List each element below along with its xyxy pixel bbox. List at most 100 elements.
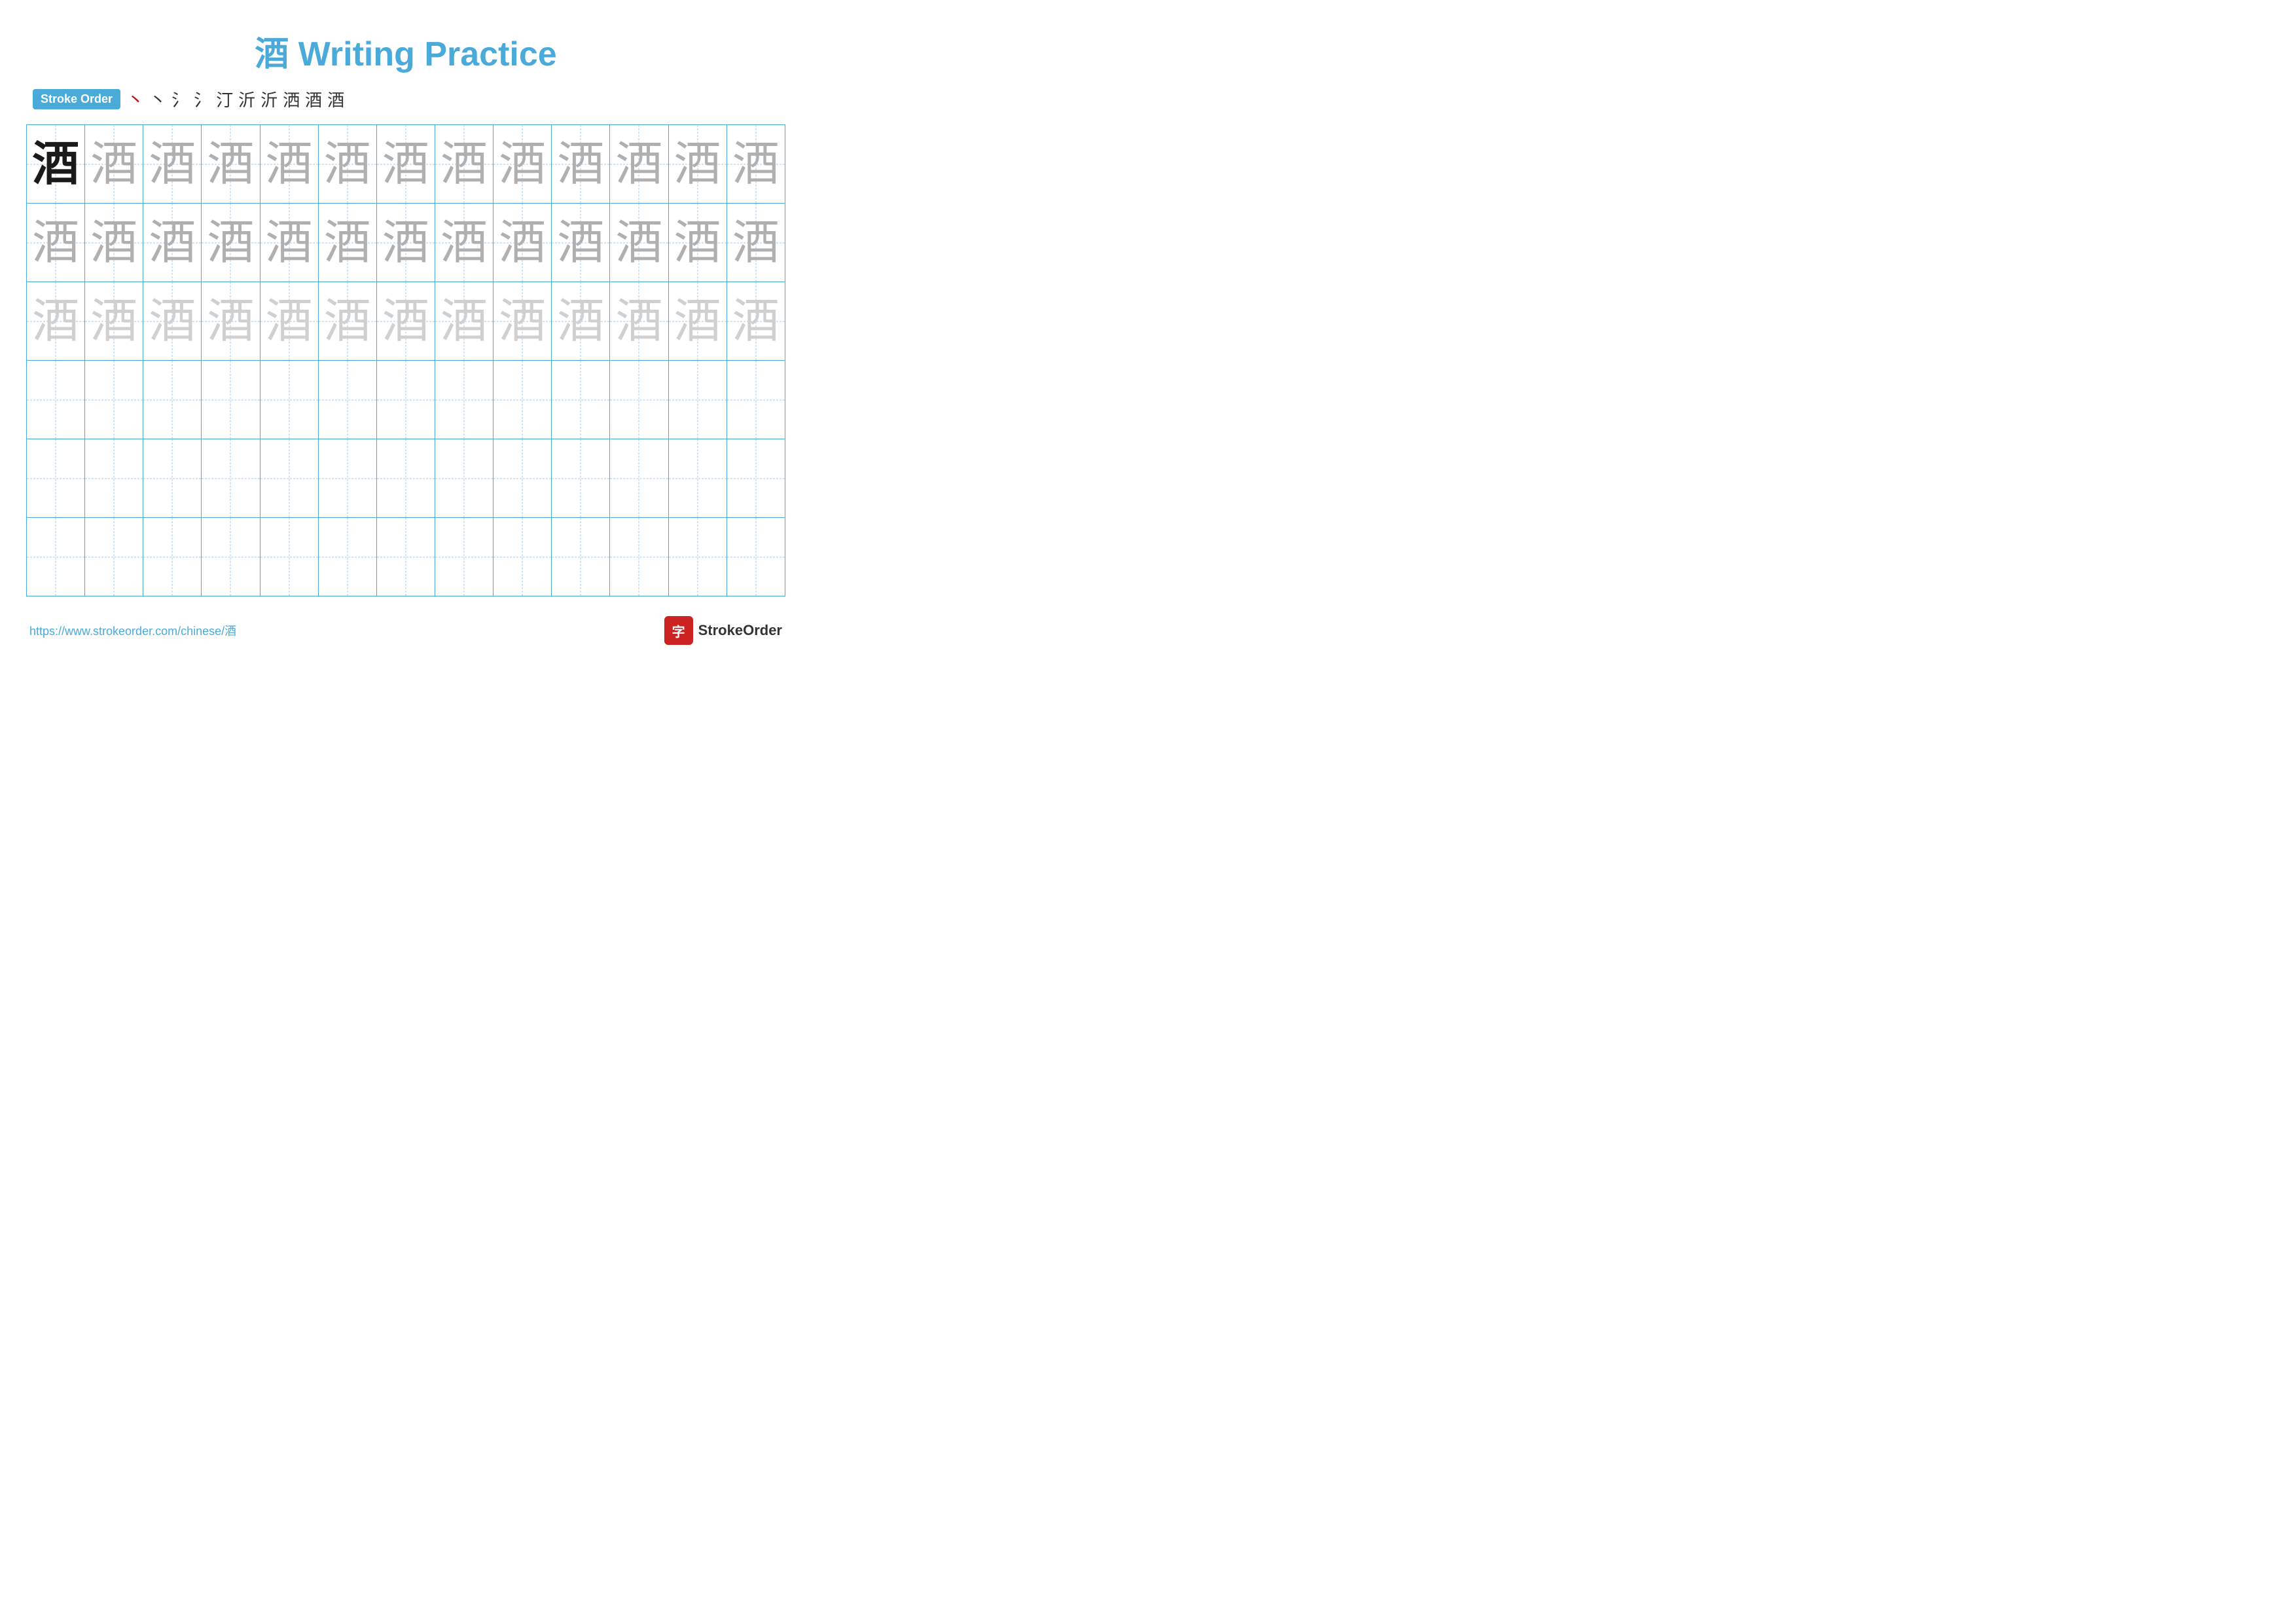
table-row[interactable]: 酒 [610, 282, 668, 361]
stroke-10: 酒 [327, 87, 344, 111]
table-row[interactable] [202, 439, 260, 518]
char-display: 酒 [674, 138, 721, 191]
table-row[interactable] [668, 518, 726, 596]
table-row[interactable]: 酒 [85, 125, 143, 204]
table-row[interactable]: 酒 [610, 125, 668, 204]
table-row[interactable] [27, 361, 85, 439]
table-row[interactable]: 酒 [260, 282, 318, 361]
table-row[interactable]: 酒 [493, 204, 552, 282]
char-display: 酒 [324, 295, 371, 348]
table-row[interactable] [27, 518, 85, 596]
table-row[interactable] [260, 361, 318, 439]
stroke-order-row: Stroke Order 丶 丶 氵 氵 汀 沂 沂 洒 酒 酒 [26, 87, 785, 111]
char-display: 酒 [90, 217, 137, 269]
table-row[interactable]: 酒 [85, 282, 143, 361]
table-row[interactable]: 酒 [668, 204, 726, 282]
table-row[interactable]: 酒 [318, 125, 376, 204]
table-row[interactable] [726, 518, 785, 596]
table-row[interactable]: 酒 [260, 125, 318, 204]
stroke-2: 丶 [149, 87, 166, 111]
table-row[interactable] [143, 361, 202, 439]
table-row[interactable]: 酒 [318, 204, 376, 282]
table-row[interactable]: 酒 [726, 282, 785, 361]
table-row[interactable]: 酒 [27, 204, 85, 282]
table-row[interactable]: 酒 [552, 204, 610, 282]
table-row[interactable]: 酒 [552, 282, 610, 361]
table-row[interactable] [376, 439, 435, 518]
char-display: 酒 [440, 295, 488, 348]
table-row[interactable]: 酒 [143, 125, 202, 204]
table-row[interactable] [493, 361, 552, 439]
table-row[interactable] [85, 518, 143, 596]
table-row[interactable] [726, 361, 785, 439]
table-row[interactable] [202, 361, 260, 439]
table-row[interactable] [493, 439, 552, 518]
table-row[interactable] [202, 518, 260, 596]
table-row[interactable]: 酒 [143, 204, 202, 282]
table-row[interactable]: 酒 [435, 125, 493, 204]
footer-url[interactable]: https://www.strokeorder.com/chinese/酒 [29, 622, 236, 639]
table-row[interactable] [668, 361, 726, 439]
char-display: 酒 [732, 295, 780, 348]
char-display: 酒 [266, 138, 313, 191]
table-row[interactable]: 酒 [493, 125, 552, 204]
table-row[interactable] [85, 361, 143, 439]
table-row[interactable]: 酒 [143, 282, 202, 361]
table-row[interactable]: 酒 [493, 282, 552, 361]
table-row[interactable] [552, 361, 610, 439]
table-row[interactable] [610, 361, 668, 439]
table-row[interactable] [435, 439, 493, 518]
practice-grid: 酒 酒 酒 酒 酒 酒 酒 酒 酒 酒 酒 酒 酒 酒 酒 酒 酒 酒 酒 酒 … [26, 124, 785, 596]
stroke-order-chars: 丶 丶 氵 氵 汀 沂 沂 洒 酒 酒 [127, 87, 344, 111]
table-row[interactable]: 酒 [552, 125, 610, 204]
footer: https://www.strokeorder.com/chinese/酒 字 … [26, 616, 785, 645]
table-row[interactable] [668, 439, 726, 518]
table-row[interactable]: 酒 [318, 282, 376, 361]
table-row[interactable] [318, 518, 376, 596]
table-row[interactable] [376, 361, 435, 439]
table-row[interactable] [610, 439, 668, 518]
table-row[interactable]: 酒 [85, 204, 143, 282]
table-row[interactable]: 酒 [435, 282, 493, 361]
table-row[interactable]: 酒 [202, 125, 260, 204]
table-row[interactable] [726, 439, 785, 518]
table-row[interactable] [493, 518, 552, 596]
char-display: 酒 [382, 138, 429, 191]
table-row[interactable]: 酒 [726, 125, 785, 204]
table-row[interactable]: 酒 [668, 282, 726, 361]
table-row[interactable] [143, 439, 202, 518]
table-row[interactable] [27, 439, 85, 518]
table-row[interactable]: 酒 [27, 125, 85, 204]
table-row[interactable]: 酒 [376, 204, 435, 282]
table-row[interactable]: 酒 [202, 204, 260, 282]
table-row[interactable] [260, 518, 318, 596]
table-row[interactable]: 酒 [202, 282, 260, 361]
logo-icon: 字 [664, 616, 693, 645]
table-row[interactable]: 酒 [668, 125, 726, 204]
table-row[interactable] [85, 439, 143, 518]
table-row[interactable] [435, 361, 493, 439]
stroke-4: 氵 [194, 87, 211, 111]
table-row[interactable] [552, 439, 610, 518]
table-row[interactable]: 酒 [376, 282, 435, 361]
table-row[interactable]: 酒 [726, 204, 785, 282]
table-row[interactable] [260, 439, 318, 518]
logo-char: 字 [672, 621, 685, 640]
table-row[interactable]: 酒 [610, 204, 668, 282]
table-row[interactable]: 酒 [435, 204, 493, 282]
table-row[interactable] [552, 518, 610, 596]
table-row[interactable] [143, 518, 202, 596]
grid-row-4 [27, 361, 785, 439]
table-row[interactable] [376, 518, 435, 596]
table-row[interactable]: 酒 [260, 204, 318, 282]
table-row[interactable]: 酒 [376, 125, 435, 204]
stroke-6: 沂 [238, 87, 255, 111]
table-row[interactable]: 酒 [27, 282, 85, 361]
table-row[interactable] [318, 439, 376, 518]
table-row[interactable] [610, 518, 668, 596]
char-display: 酒 [207, 138, 254, 191]
char-display: 酒 [207, 295, 254, 348]
char-display: 酒 [32, 217, 79, 269]
table-row[interactable] [435, 518, 493, 596]
table-row[interactable] [318, 361, 376, 439]
